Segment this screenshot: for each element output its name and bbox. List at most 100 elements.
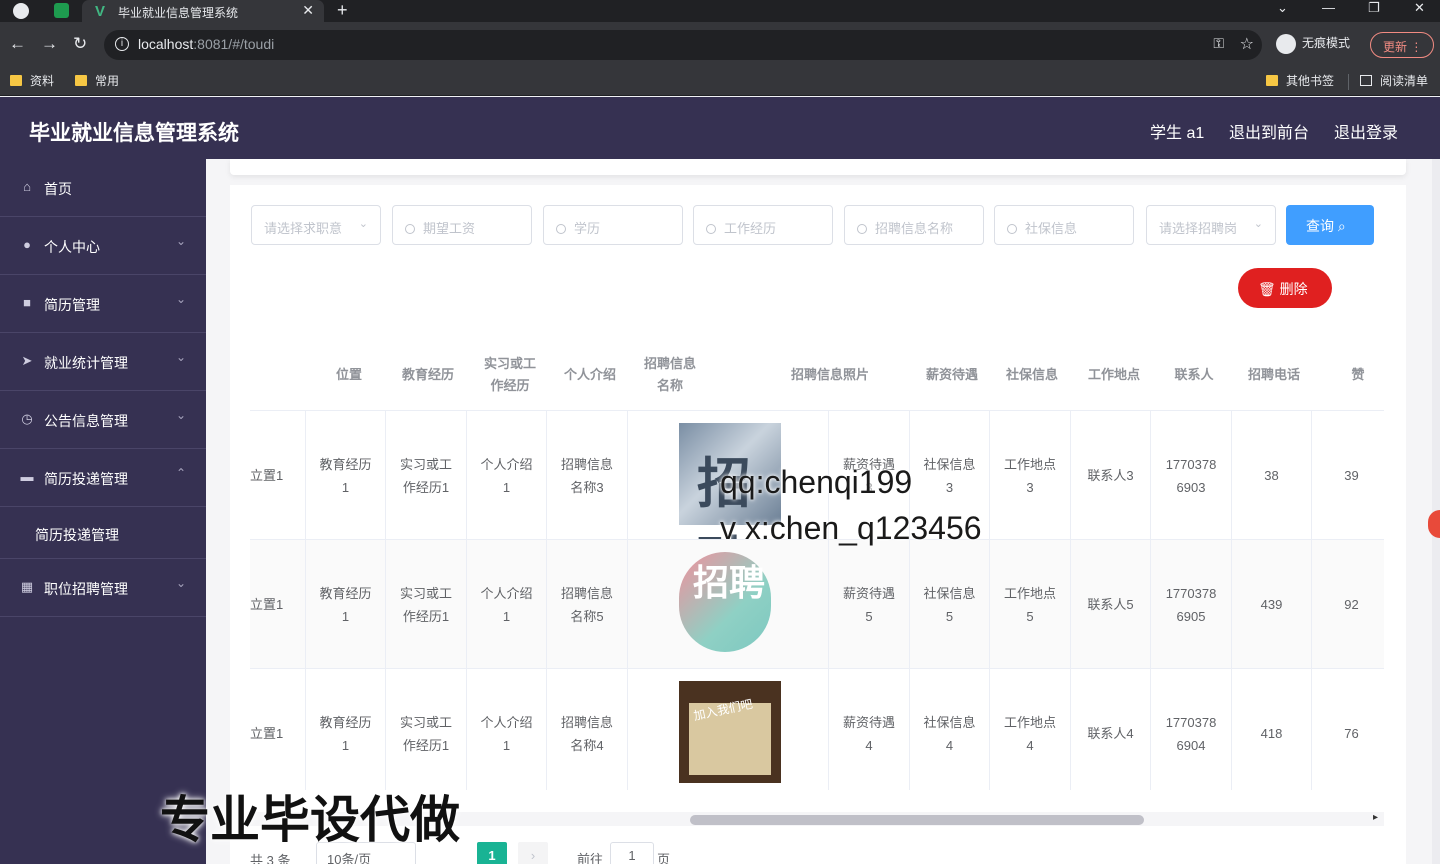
education-input[interactable]: 学历 xyxy=(543,205,683,245)
sidebar-item-personal[interactable]: ● 个人中心 ⌄ xyxy=(0,217,206,275)
recruit-photo[interactable]: 加入我们吧 xyxy=(679,681,781,783)
sidebar-item-label: 就业统计管理 xyxy=(44,355,128,371)
key-icon[interactable]: ⚿ xyxy=(1213,35,1224,52)
column-header[interactable]: 招聘电话 xyxy=(1236,340,1312,410)
query-button[interactable]: 查询 ⌕ xyxy=(1286,205,1374,245)
reading-list[interactable]: 阅读清单 xyxy=(1360,72,1428,89)
sidebar-item-employment-stats[interactable]: ➤ 就业统计管理 ⌄ xyxy=(0,333,206,391)
delete-button[interactable]: 🗑 删除 xyxy=(1238,268,1332,308)
forward-icon[interactable]: → xyxy=(41,34,58,54)
back-icon[interactable]: ← xyxy=(9,34,26,54)
expected-salary-input[interactable]: 期望工资 xyxy=(392,205,532,245)
cell-likes: 39 xyxy=(1312,411,1384,540)
site-info-icon[interactable]: i xyxy=(115,37,129,51)
browser-profile-icon[interactable] xyxy=(13,3,29,19)
cell-place: 工作地点 5 xyxy=(990,540,1071,669)
restore-icon[interactable]: ❐ xyxy=(1368,0,1380,16)
chevron-up-icon: ⌃ xyxy=(175,466,186,480)
sidebar-item-announcements[interactable]: ◷ 公告信息管理 ⌄ xyxy=(0,391,206,449)
chevron-down-icon: ⌄ xyxy=(1253,218,1263,230)
cell-number: 38 xyxy=(1232,411,1312,540)
cell-social: 社保信息 5 xyxy=(910,540,990,669)
logout-link[interactable]: 退出登录 xyxy=(1334,119,1398,143)
next-page-button[interactable]: › xyxy=(518,842,548,864)
column-header[interactable]: 联系人 xyxy=(1156,340,1232,410)
cell-education: 教育经历 1 xyxy=(306,669,386,790)
bookmark-star-icon[interactable]: ☆ xyxy=(1240,34,1254,54)
column-header[interactable]: 赞 xyxy=(1338,340,1378,410)
social-security-input[interactable]: 社保信息 xyxy=(994,205,1134,245)
exit-to-front-link[interactable]: 退出到前台 xyxy=(1229,119,1309,143)
chevron-down-icon: ⌄ xyxy=(175,350,186,364)
column-header[interactable]: 教育经历 xyxy=(390,340,466,410)
address-bar[interactable]: i localhost:8081/#/toudi ⚿ ☆ xyxy=(104,30,1262,60)
table-row[interactable]: 立置1 教育经历 1 实习或工 作经历1 个人介绍 1 招聘信息 名称5 招聘 … xyxy=(250,539,1384,669)
url-text[interactable]: localhost:8081/#/toudi xyxy=(138,36,274,52)
pinned-tab-icon[interactable] xyxy=(54,3,69,18)
position-select[interactable]: 请选择招聘岗 ⌄ xyxy=(1146,205,1276,245)
chevron-down-icon[interactable]: ⌄ xyxy=(1277,0,1288,16)
scroll-right-icon[interactable]: ▸ xyxy=(1373,812,1378,823)
sidebar-item-delivery[interactable]: ▬ 简历投递管理 ⌃ xyxy=(0,449,206,507)
reload-icon[interactable]: ↻ xyxy=(73,34,87,54)
page-button-current[interactable]: 1 xyxy=(477,842,507,864)
watermark-banner: 专业毕设代做 xyxy=(160,792,460,848)
sidebar-item-label: 简历管理 xyxy=(44,297,100,313)
sidebar-item-recruitment[interactable]: ▦ 职位招聘管理 ⌄ xyxy=(0,559,206,617)
cell-number: 439 xyxy=(1232,540,1312,669)
sidebar-item-home[interactable]: ⌂ 首页 xyxy=(0,159,206,217)
table-row[interactable]: 立置1 教育经历 1 实习或工 作经历1 个人介绍 1 招聘信息 名称4 加入我… xyxy=(250,668,1384,790)
cell-phone: 1770378 6903 xyxy=(1151,411,1232,540)
scrollbar-thumb[interactable] xyxy=(690,815,1144,825)
search-icon xyxy=(1007,224,1017,234)
cell-education: 教育经历 1 xyxy=(306,411,386,540)
bookmark-folder[interactable]: 常用 xyxy=(75,72,119,89)
folder-icon xyxy=(10,75,22,86)
search-icon xyxy=(857,224,867,234)
cell-intro: 个人介绍 1 xyxy=(467,540,547,669)
user-icon: ● xyxy=(23,237,31,252)
new-tab-icon[interactable]: + xyxy=(337,0,348,21)
sidebar-item-label: 职位招聘管理 xyxy=(44,581,128,597)
active-tab[interactable]: V 毕业就业信息管理系统 ✕ xyxy=(82,0,324,22)
divider xyxy=(1348,74,1349,90)
document-icon: ■ xyxy=(23,295,31,310)
recruit-photo[interactable]: 招聘 xyxy=(679,552,771,652)
watermark-text: qq:chenqi199 xyxy=(720,464,913,500)
incognito-icon xyxy=(1276,34,1296,54)
sidebar-item-label: 首页 xyxy=(44,181,72,197)
column-header[interactable]: 个人介绍 xyxy=(552,340,628,410)
bookmark-folder[interactable]: 资料 xyxy=(10,72,54,89)
cell-contact: 联系人3 xyxy=(1071,411,1151,540)
cell-contact: 联系人5 xyxy=(1071,540,1151,669)
sidebar-item-label: 简历投递管理 xyxy=(35,527,119,543)
incognito-indicator[interactable]: 无痕模式 xyxy=(1276,34,1350,54)
sidebar-item-label: 个人中心 xyxy=(44,239,100,255)
folder-icon xyxy=(75,75,87,86)
column-header[interactable]: 实习或工 作经历 xyxy=(472,340,548,410)
search-icon xyxy=(405,224,415,234)
window-close-icon[interactable]: ✕ xyxy=(1414,0,1425,16)
column-header[interactable]: 社保信息 xyxy=(994,340,1070,410)
job-intention-select[interactable]: 请选择求职意 ⌄ xyxy=(251,205,381,245)
trash-icon: 🗑 xyxy=(1258,281,1276,297)
cell-social: 社保信息 4 xyxy=(910,669,990,790)
column-header[interactable]: 薪资待遇 xyxy=(914,340,990,410)
work-experience-input[interactable]: 工作经历 xyxy=(693,205,833,245)
update-button[interactable]: 更新 ⋮ xyxy=(1370,32,1434,58)
close-tab-icon[interactable]: ✕ xyxy=(302,2,314,19)
other-bookmarks[interactable]: 其他书签 xyxy=(1266,72,1334,89)
sidebar-item-resume[interactable]: ■ 简历管理 ⌄ xyxy=(0,275,206,333)
column-header[interactable]: 工作地点 xyxy=(1076,340,1152,410)
recruit-name-input[interactable]: 招聘信息名称 xyxy=(844,205,984,245)
cell-place: 工作地点 4 xyxy=(990,669,1071,790)
total-count: 共 3 条 xyxy=(250,853,291,864)
column-header[interactable]: 位置 xyxy=(314,340,384,410)
sidebar-subitem-delivery[interactable]: 简历投递管理 xyxy=(0,507,206,559)
goto-page-input[interactable]: 1 xyxy=(610,842,654,864)
chevron-down-icon: ⌄ xyxy=(175,292,186,306)
minimize-icon[interactable]: — xyxy=(1322,0,1335,15)
home-icon: ⌂ xyxy=(23,179,31,194)
column-header[interactable]: 招聘信息照片 xyxy=(750,340,910,410)
column-header[interactable]: 招聘信息 名称 xyxy=(632,340,708,410)
